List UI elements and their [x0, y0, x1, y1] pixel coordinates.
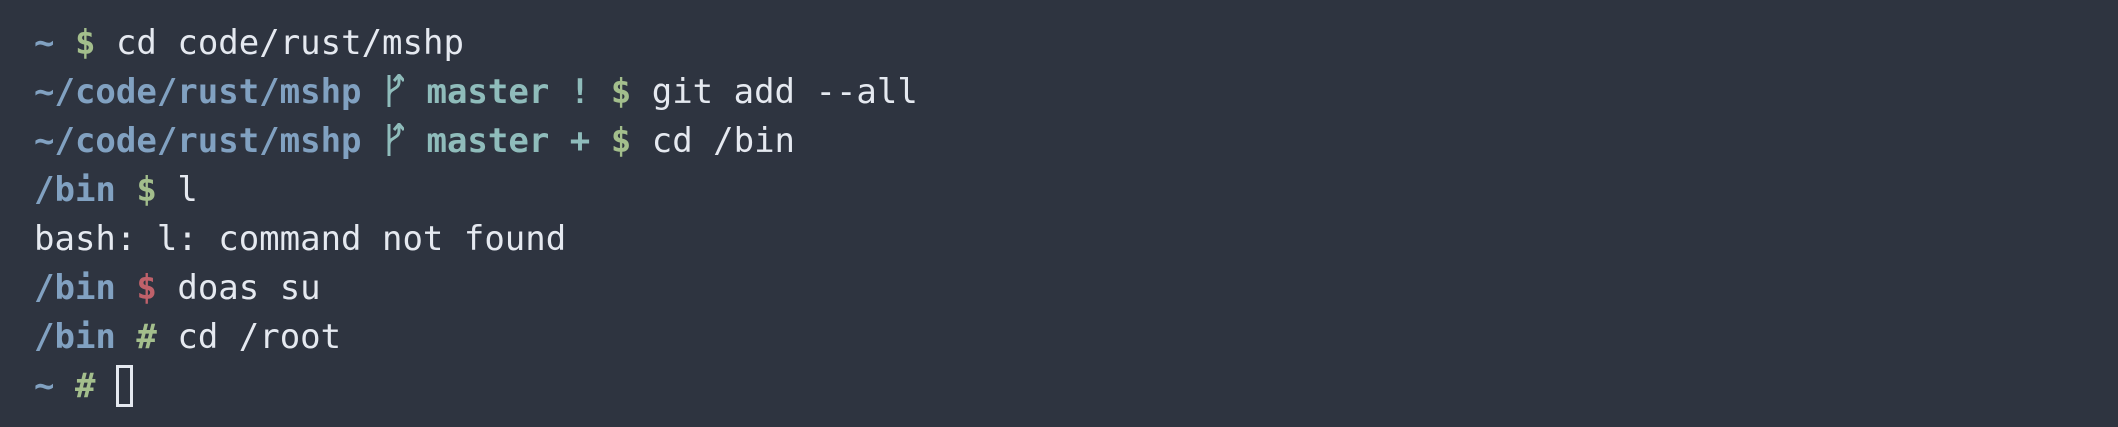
- git-branch-icon: [387, 73, 404, 107]
- prompt-symbol: $: [74, 23, 96, 63]
- terminal-window[interactable]: ~ $ cd code/rust/mshp ~/code/rust/mshp m…: [0, 0, 2118, 427]
- terminal-output-line: bash: l: command not found: [34, 215, 2118, 264]
- prompt-cwd: /bin: [34, 317, 116, 357]
- command-text: git add --all: [651, 72, 918, 112]
- prompt-cwd: ~/code/rust/mshp: [34, 121, 362, 161]
- prompt-symbol: $: [136, 170, 157, 210]
- git-branch-name: master: [426, 121, 550, 161]
- text-cursor: [115, 364, 133, 407]
- prompt-symbol-error: $: [136, 268, 157, 308]
- terminal-line: /bin $ l: [34, 166, 2118, 215]
- terminal-line: ~/code/rust/mshp master ! $ git add --al…: [34, 68, 2118, 117]
- command-text: cd /bin: [651, 121, 796, 161]
- git-status-indicator: !: [569, 72, 591, 112]
- prompt-symbol: $: [610, 72, 632, 112]
- prompt-symbol-root: #: [136, 317, 157, 357]
- prompt-cwd: /bin: [34, 268, 116, 308]
- command-text: cd code/rust/mshp: [115, 23, 464, 63]
- terminal-line: ~ $ cd code/rust/mshp: [34, 19, 2118, 68]
- terminal-line: ~/code/rust/mshp master + $ cd /bin: [34, 117, 2118, 166]
- command-text: l: [177, 170, 198, 210]
- git-branch-name: master: [426, 72, 550, 112]
- prompt-cwd: /bin: [34, 170, 116, 210]
- prompt-cwd: ~: [34, 23, 55, 63]
- terminal-active-line[interactable]: ~ #: [34, 362, 2118, 411]
- command-text: doas su: [177, 268, 321, 308]
- terminal-line: /bin $ doas su: [34, 264, 2118, 313]
- terminal-line: /bin # cd /root: [34, 313, 2118, 362]
- prompt-cwd: ~/code/rust/mshp: [34, 72, 362, 112]
- prompt-cwd: ~: [34, 366, 55, 406]
- prompt-symbol: $: [610, 121, 632, 161]
- command-text: cd /root: [177, 317, 342, 357]
- git-status-indicator: +: [569, 121, 591, 161]
- prompt-symbol-root: #: [74, 366, 96, 406]
- command-output: bash: l: command not found: [34, 219, 567, 259]
- git-branch-icon: [387, 122, 404, 156]
